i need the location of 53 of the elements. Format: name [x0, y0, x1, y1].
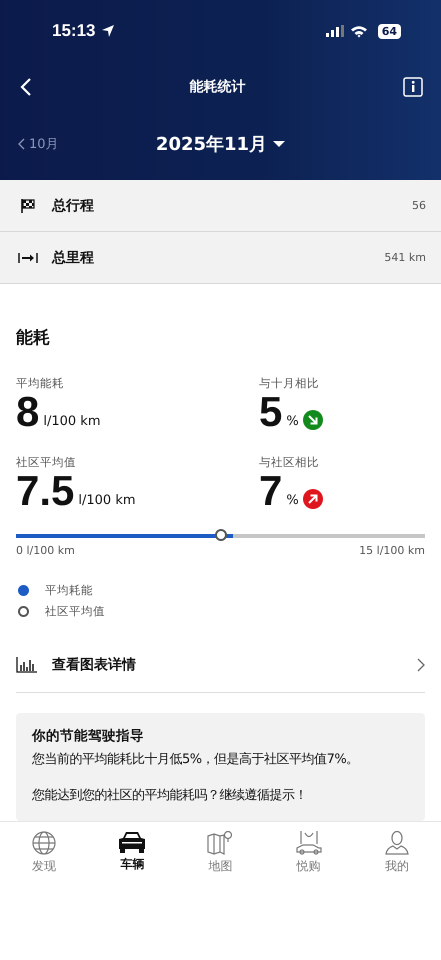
- page-title: 能耗统计: [190, 78, 246, 96]
- stat-value: 8: [16, 391, 40, 433]
- legend-label: 社区平均值: [45, 604, 105, 619]
- tab-item[interactable]: 我的: [366, 830, 427, 880]
- person-icon: [384, 830, 410, 856]
- legend-dot: [18, 585, 29, 596]
- stat-label: 与十月相比: [259, 376, 320, 391]
- stat-unit: %: [286, 493, 299, 510]
- stat-unit: %: [286, 414, 299, 431]
- back-icon: [20, 77, 32, 97]
- status-time: 15:13: [52, 21, 96, 41]
- chart-details-link[interactable]: 查看图表详情: [16, 637, 425, 693]
- info-icon: [403, 77, 423, 97]
- signal-icon: [326, 25, 344, 37]
- section-title: 能耗: [16, 327, 51, 350]
- stat-label: 社区平均值: [16, 455, 77, 470]
- map-pin-icon: [206, 830, 234, 856]
- tips-paragraph: 您能达到您的社区的平均能耗吗？继续遵循提示！: [32, 787, 308, 805]
- gauge-min-label: 0 l/100 km: [16, 544, 75, 557]
- previous-month-link[interactable]: 10月: [18, 135, 59, 153]
- tab-item[interactable]: 发现: [14, 830, 74, 880]
- bar-chart-icon: [16, 656, 38, 672]
- battery-indicator: 64: [378, 24, 401, 38]
- tab-item[interactable]: 悦购: [278, 830, 339, 880]
- legend-label: 平均耗能: [45, 583, 93, 598]
- tab-item[interactable]: 地图: [190, 830, 250, 880]
- globe-icon: [31, 830, 58, 856]
- tips-title: 你的节能驾驶指导: [32, 727, 145, 745]
- tab-item[interactable]: 车辆: [102, 830, 162, 880]
- stat-value: 7.5: [16, 470, 74, 512]
- tips-paragraph: 您当前的平均能耗比十月低5%，但是高于社区平均值7%。: [32, 751, 360, 769]
- wifi-icon: [350, 24, 368, 38]
- shopping-bag-car-icon: [294, 830, 323, 856]
- stat-unit: l/100 km: [43, 414, 100, 431]
- chevron-left-icon: [18, 138, 25, 150]
- location-arrow-icon: [101, 24, 116, 38]
- distance-arrow-icon: [18, 252, 38, 264]
- caret-icon: [273, 140, 286, 148]
- car-icon: [117, 830, 148, 854]
- stat-unit: l/100 km: [78, 493, 136, 510]
- summary-label: 总里程: [52, 248, 95, 266]
- stat-label: 与社区相比: [259, 455, 320, 470]
- stat-value: 7: [259, 470, 282, 512]
- month-selector[interactable]: 2025年11月: [156, 132, 286, 156]
- legend-ring: [18, 606, 29, 617]
- summary-value: 541 km: [384, 251, 426, 264]
- gauge-max-label: 15 l/100 km: [359, 544, 425, 557]
- summary-label: 总行程: [52, 196, 95, 214]
- stat-value: 5: [259, 391, 282, 433]
- summary-value: 56: [412, 199, 426, 212]
- info-button[interactable]: [403, 75, 423, 99]
- stat-label: 平均能耗: [16, 376, 65, 391]
- chevron-right-icon: [417, 658, 425, 672]
